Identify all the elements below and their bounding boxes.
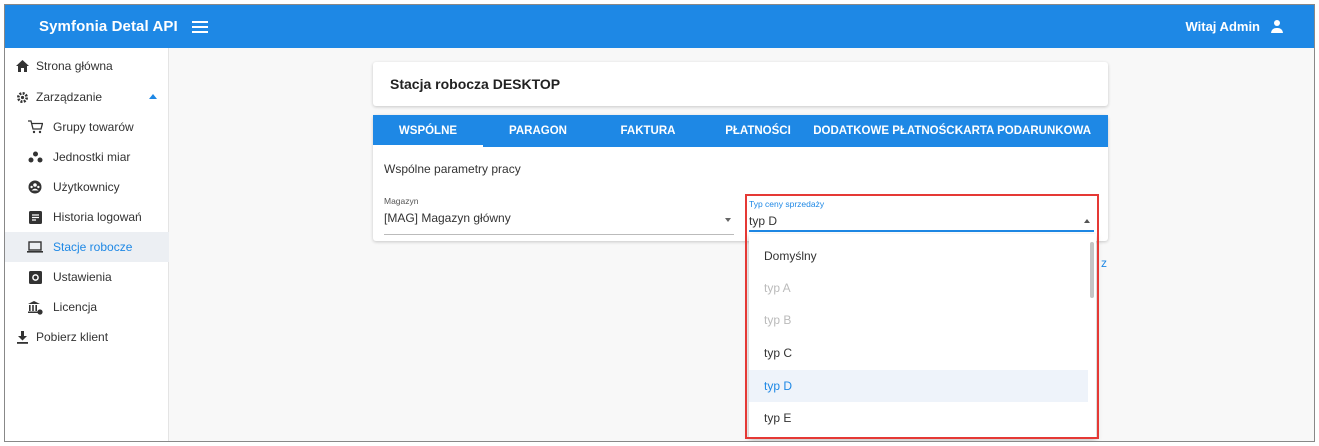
gear-icon — [14, 89, 30, 105]
laptop-icon — [27, 239, 43, 255]
settings-box-icon — [27, 269, 43, 285]
sidebar-item-label: Grupy towarów — [53, 120, 134, 134]
sidebar-item-download-client[interactable]: Pobierz klient — [5, 322, 169, 352]
sidebar-item-login-history[interactable]: Historia logowań — [5, 202, 169, 232]
field-underline — [384, 234, 734, 235]
users-icon — [27, 179, 43, 195]
sidebar-item-settings[interactable]: Ustawienia — [5, 262, 169, 292]
tab-gift-card[interactable]: KARTA PODARUNKOWA — [955, 115, 1091, 147]
chevron-down-icon — [725, 218, 731, 222]
highlight-frame — [745, 194, 1099, 439]
sidebar-item-users[interactable]: Użytkownicy — [5, 172, 169, 202]
app-title[interactable]: Symfonia Detal API — [39, 18, 178, 35]
sidebar-item-label: Ustawienia — [53, 270, 112, 284]
history-icon — [27, 209, 43, 225]
sidebar-item-label: Strona główna — [36, 59, 113, 73]
cart-icon — [27, 119, 43, 135]
sidebar-item-label: Użytkownicy — [53, 180, 120, 194]
chevron-up-icon[interactable] — [149, 94, 157, 99]
tab-common[interactable]: WSPÓLNE — [373, 115, 483, 147]
sidebar-item-label: Historia logowań — [53, 210, 142, 224]
section-label: Wspólne parametry pracy — [384, 162, 521, 176]
sidebar-item-units[interactable]: Jednostki miar — [5, 142, 169, 172]
user-icon — [1270, 19, 1284, 34]
sidebar-item-license[interactable]: Licencja — [5, 292, 169, 322]
menu-icon[interactable] — [191, 20, 208, 33]
home-icon — [14, 58, 30, 74]
field-label: Magazyn — [384, 196, 419, 206]
app-frame: Symfonia Detal API Witaj Admin Strona gł… — [4, 4, 1315, 442]
sidebar-item-workstations[interactable]: Stacje robocze — [5, 232, 169, 262]
tab-invoice[interactable]: FAKTURA — [593, 115, 703, 147]
download-icon — [14, 329, 30, 345]
sidebar-item-product-groups[interactable]: Grupy towarów — [5, 112, 169, 142]
top-bar: Symfonia Detal API Witaj Admin — [5, 5, 1314, 48]
tab-payments[interactable]: PŁATNOŚCI — [703, 115, 813, 147]
magazyn-select[interactable]: Magazyn [MAG] Magazyn główny — [384, 196, 734, 235]
license-icon — [27, 299, 43, 315]
sidebar-item-label: Pobierz klient — [36, 330, 109, 344]
sidebar-item-home[interactable]: Strona główna — [5, 51, 169, 81]
sidebar-item-label: Jednostki miar — [53, 150, 131, 164]
tab-additional-payments[interactable]: DODATKOWE PŁATNOŚCI — [813, 115, 958, 147]
dots-icon — [27, 149, 43, 165]
greeting-text: Witaj Admin — [1185, 19, 1260, 34]
user-menu[interactable]: Witaj Admin — [1185, 5, 1284, 48]
sidebar-item-label: Stacje robocze — [53, 240, 133, 254]
partial-text: z — [1101, 256, 1107, 270]
sidebar-item-management[interactable]: Zarządzanie — [5, 82, 169, 112]
page-title: Stacja robocza DESKTOP — [373, 62, 1108, 106]
tab-receipt[interactable]: PARAGON — [483, 115, 593, 147]
sidebar-item-label: Licencja — [53, 300, 98, 314]
sidebar-item-label: Zarządzanie — [36, 90, 103, 104]
field-value: [MAG] Magazyn główny — [384, 211, 511, 225]
tab-bar: WSPÓLNE PARAGON FAKTURA PŁATNOŚCI DODATK… — [373, 115, 1108, 147]
sidebar: Strona główna Zarządzanie Grupy towarów … — [5, 48, 169, 441]
